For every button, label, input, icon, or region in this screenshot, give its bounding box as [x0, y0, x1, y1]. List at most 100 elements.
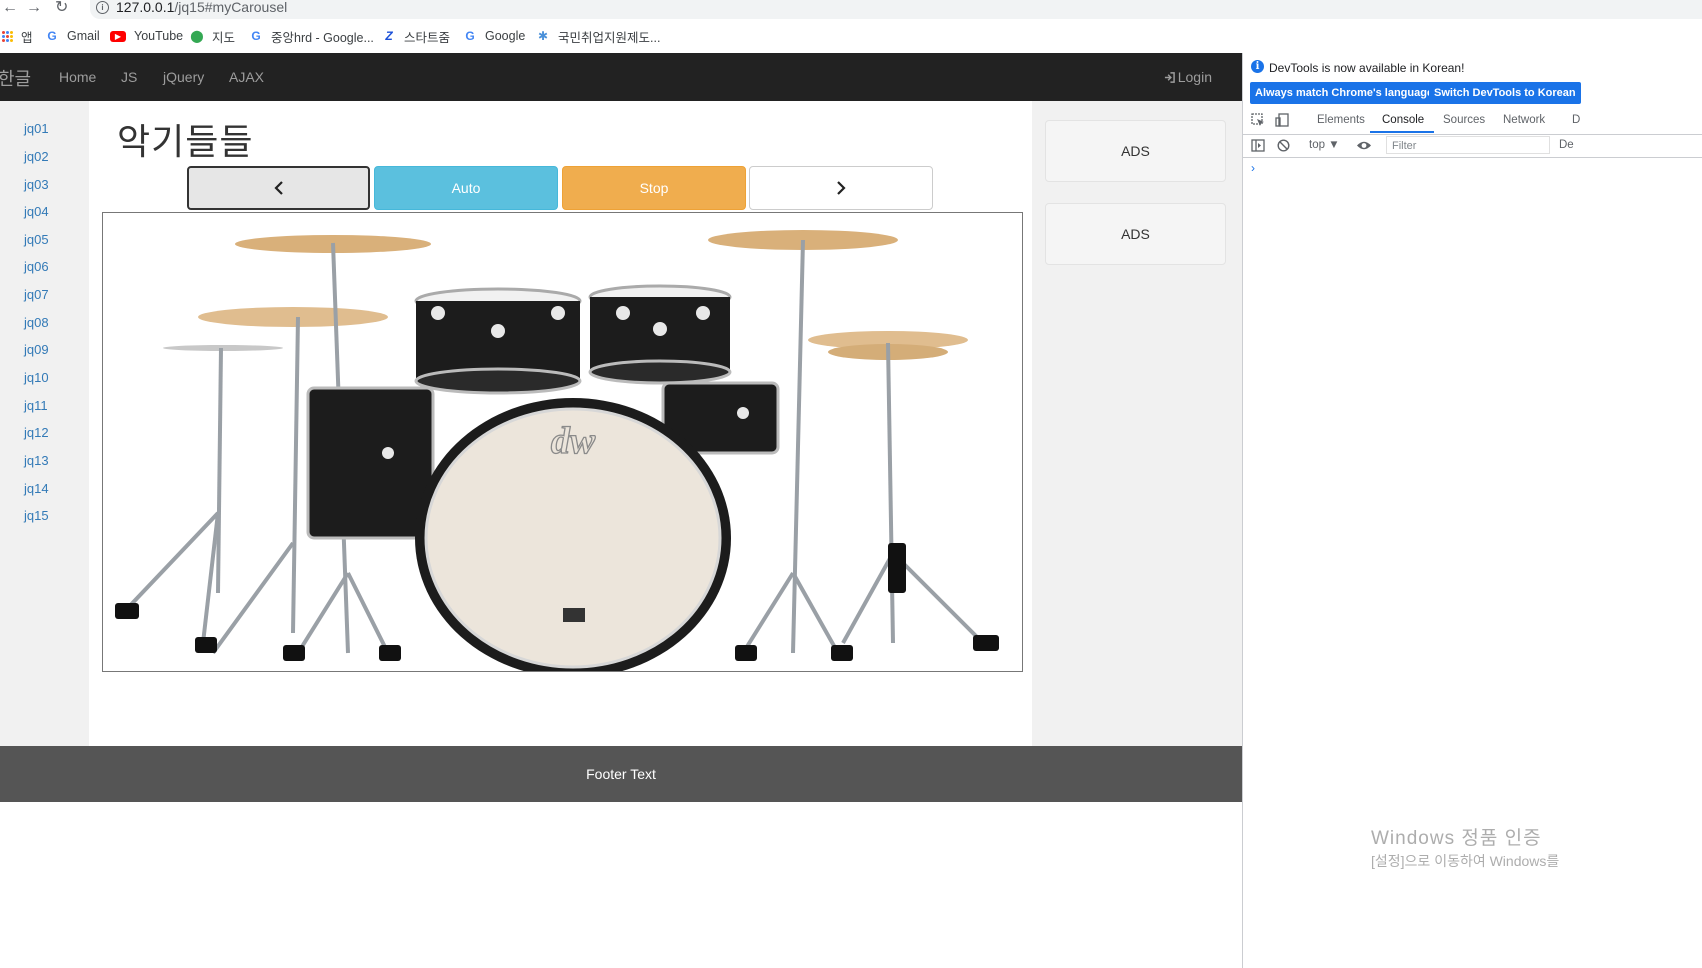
inspect-element-icon[interactable]	[1251, 113, 1265, 127]
carousel-stop-button[interactable]: Stop	[562, 166, 746, 210]
bookmark-gmail[interactable]: G Gmail	[45, 27, 100, 45]
sidenav-link-jq15[interactable]: jq15	[24, 508, 49, 523]
drum-kit-image: dw	[115, 230, 999, 671]
ad-box-2[interactable]: ADS	[1045, 203, 1226, 265]
google-icon: G	[251, 29, 261, 43]
carousel-auto-button[interactable]: Auto	[374, 166, 558, 210]
nav-ajax[interactable]: AJAX	[229, 69, 264, 85]
nav-js[interactable]: JS	[121, 69, 137, 85]
bookmark-label: Gmail	[67, 29, 100, 43]
tab-console[interactable]: Console	[1382, 114, 1424, 126]
hrd-icon: ✱	[537, 29, 549, 43]
sidenav-link-jq01[interactable]: jq01	[24, 121, 49, 136]
login-icon	[1164, 71, 1175, 83]
console-filter-input[interactable]: Filter	[1386, 136, 1550, 154]
sidenav-link-jq06[interactable]: jq06	[24, 259, 49, 274]
navbar-brand[interactable]: 한글	[0, 65, 31, 91]
sidenav-link-jq13[interactable]: jq13	[24, 453, 49, 468]
default-levels-dropdown[interactable]: De	[1559, 139, 1574, 151]
drum-logo-text: dw	[551, 420, 596, 462]
bookmark-maps[interactable]: ⬤ 지도	[190, 27, 235, 45]
bookmark-apps[interactable]: 앱	[2, 27, 33, 45]
context-label: top	[1309, 139, 1325, 151]
tab-elements[interactable]: Elements	[1317, 114, 1365, 126]
sidenav-link-jq07[interactable]: jq07	[24, 287, 49, 302]
web-page: 한글 Home JS jQuery AJAX Login jq01 jq02 j…	[0, 53, 1242, 968]
login-label: Login	[1177, 69, 1212, 85]
bookmark-employment[interactable]: ✱ 국민취업지원제도...	[536, 27, 660, 45]
bookmark-startzoom[interactable]: Z 스타트줌	[382, 27, 450, 45]
back-arrow-icon[interactable]: ←	[2, 0, 18, 16]
page-footer: Footer Text	[0, 746, 1242, 802]
bookmark-label: 스타트줌	[404, 30, 451, 45]
reload-icon[interactable]: ↻	[55, 0, 68, 16]
banner-message: DevTools is now available in Korean!	[1269, 61, 1465, 75]
bookmarks-bar: 앱 G Gmail ▶ YouTube ⬤ 지도 G 중앙hrd - Googl…	[0, 19, 1702, 53]
footer-text: Footer Text	[586, 766, 656, 782]
sidenav-link-jq05[interactable]: jq05	[24, 232, 49, 247]
sidenav-link-jq02[interactable]: jq02	[24, 149, 49, 164]
chevron-left-icon	[273, 181, 283, 195]
address-bar[interactable]: i 127.0.0.1/jq15#myCarousel	[90, 0, 1702, 19]
url-text[interactable]: 127.0.0.1/jq15#myCarousel	[116, 0, 287, 15]
switch-devtools-korean-button[interactable]: Switch DevTools to Korean	[1429, 82, 1581, 104]
bookmark-youtube[interactable]: ▶ YouTube	[110, 27, 183, 45]
console-prompt-icon[interactable]: ›	[1251, 161, 1255, 175]
carousel-prev-button[interactable]	[187, 166, 370, 210]
watermark-line-1: Windows 정품 인증	[1371, 828, 1542, 849]
right-sidenav: ADS ADS	[1032, 101, 1242, 746]
tab-overflow[interactable]: D	[1572, 114, 1580, 126]
youtube-icon: ▶	[110, 30, 126, 42]
info-icon: i	[1251, 60, 1264, 73]
ad-box-1[interactable]: ADS	[1045, 120, 1226, 182]
nav-jquery[interactable]: jQuery	[163, 69, 204, 85]
forward-arrow-icon[interactable]: →	[26, 0, 42, 16]
watermark-line-2: [설정]으로 이동하여 Windows를	[1371, 853, 1560, 869]
bookmark-label: 앱	[21, 30, 33, 45]
sidenav-link-jq12[interactable]: jq12	[24, 425, 49, 440]
tab-network[interactable]: Network	[1503, 114, 1545, 126]
login-link[interactable]: Login	[1164, 69, 1212, 85]
dropdown-arrow-icon: ▼	[1328, 139, 1340, 151]
console-toolbar: top ▼ Filter De	[1243, 135, 1702, 158]
google-icon: G	[465, 29, 475, 43]
sidenav-link-jq10[interactable]: jq10	[24, 370, 49, 385]
clear-console-icon[interactable]	[1277, 139, 1290, 152]
apps-grid-icon	[2, 30, 13, 42]
devtools-tab-bar: Elements Console Sources Network D	[1243, 108, 1702, 135]
sidenav-link-jq03[interactable]: jq03	[24, 177, 49, 192]
sidenav-link-jq08[interactable]: jq08	[24, 315, 49, 330]
sidenav-link-jq04[interactable]: jq04	[24, 204, 49, 219]
main-content: 악기들들 Auto Stop dw	[89, 101, 1032, 746]
url-host: 127.0.0.1	[116, 0, 175, 15]
url-path: /jq15#myCarousel	[174, 0, 288, 15]
console-sidebar-icon[interactable]	[1251, 139, 1265, 152]
maps-pin-icon: ⬤	[190, 29, 204, 43]
left-sidenav: jq01 jq02 jq03 jq04 jq05 jq06 jq07 jq08 …	[0, 101, 89, 746]
active-tab-indicator	[1370, 131, 1434, 133]
carousel-next-button[interactable]	[749, 166, 933, 210]
sidenav-link-jq14[interactable]: jq14	[24, 481, 49, 496]
bookmark-label: 중앙hrd - Google...	[271, 30, 374, 45]
windows-activation-watermark: Windows 정품 인증 [설정]으로 이동하여 Windows를	[1371, 828, 1559, 872]
carousel-slide[interactable]: dw	[102, 212, 1023, 672]
browser-address-row: ← → ↻ i 127.0.0.1/jq15#myCarousel	[0, 0, 1702, 19]
bookmark-label: 국민취업지원제도...	[558, 30, 661, 45]
device-toolbar-icon[interactable]	[1275, 113, 1289, 127]
sidenav-link-jq11[interactable]: jq11	[24, 398, 48, 413]
live-expression-eye-icon[interactable]	[1356, 140, 1372, 151]
match-language-button[interactable]: Always match Chrome's language	[1250, 82, 1439, 104]
page-title: 악기들들	[117, 121, 254, 162]
bookmark-hrd[interactable]: G 중앙hrd - Google...	[249, 27, 374, 45]
tab-sources[interactable]: Sources	[1443, 114, 1485, 126]
bookmark-google[interactable]: G Google	[463, 27, 525, 45]
bookmark-label: YouTube	[134, 29, 184, 43]
nav-home[interactable]: Home	[59, 69, 96, 85]
bookmark-label: Google	[485, 29, 526, 43]
devtools-language-banner: i DevTools is now available in Korean!	[1243, 53, 1702, 81]
top-navbar: 한글 Home JS jQuery AJAX Login	[0, 53, 1242, 101]
context-selector[interactable]: top ▼	[1309, 139, 1340, 151]
sidenav-link-jq09[interactable]: jq09	[24, 342, 49, 357]
chevron-right-icon	[837, 181, 846, 195]
site-info-icon[interactable]: i	[96, 1, 109, 14]
